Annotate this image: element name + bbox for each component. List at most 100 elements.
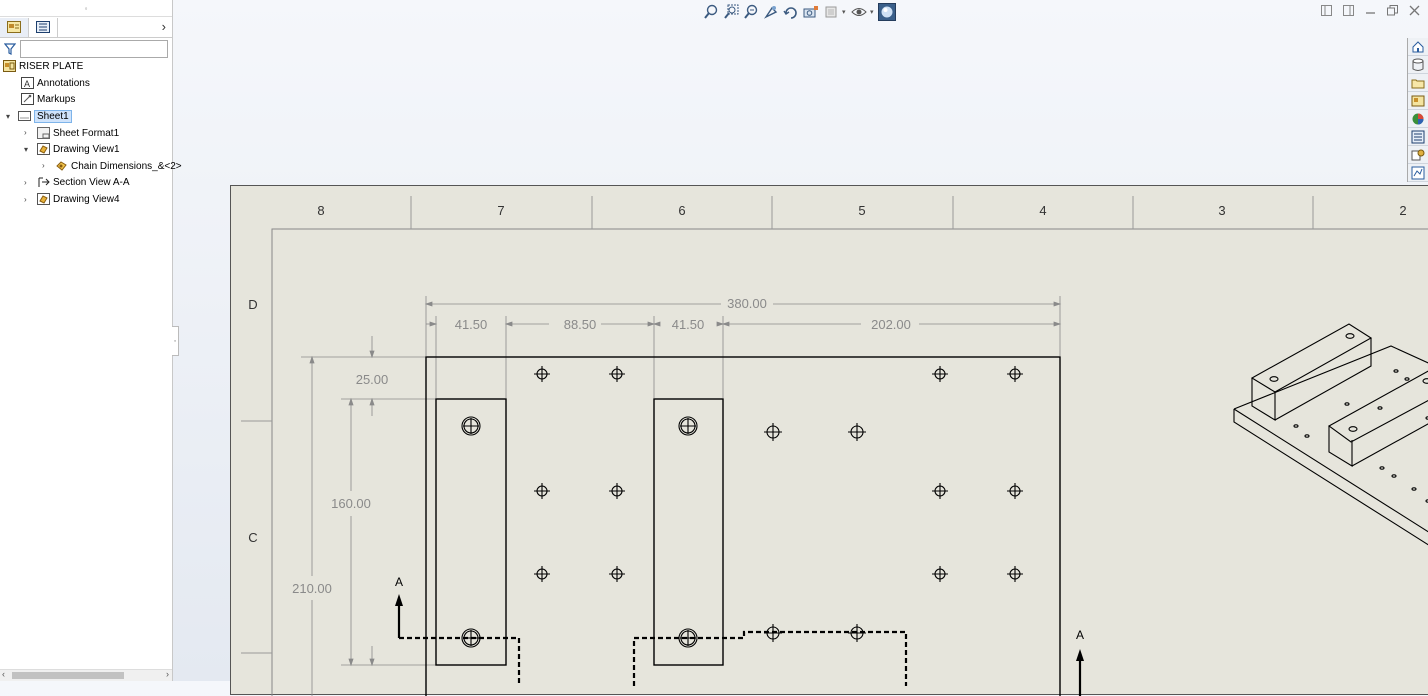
minimize-icon[interactable] (1364, 4, 1376, 16)
tree-item-section-view[interactable]: Section View A-A (37, 174, 130, 190)
window-controls (1320, 4, 1420, 16)
plate-outline[interactable] (425, 356, 1061, 696)
hole (1007, 483, 1023, 499)
zone-label-col: 2 (1399, 203, 1406, 218)
task-pane (1407, 38, 1428, 182)
tree-item-sheet1[interactable]: Sheet1 (18, 108, 72, 124)
dimension-overall-height[interactable]: 210.00 (292, 581, 332, 596)
tree-item-chain-dimensions[interactable]: Chain Dimensions_&<2> (55, 158, 182, 174)
previous-view-button[interactable] (742, 3, 760, 21)
panel-collapse-handle[interactable]: ◦ (172, 326, 179, 356)
holes[interactable] (461, 366, 1023, 648)
isometric-view[interactable] (1233, 323, 1428, 556)
dimension-d4[interactable]: 202.00 (871, 317, 911, 332)
scroll-right-icon[interactable]: › (166, 669, 169, 679)
chevron-down-icon[interactable]: ▾ (870, 8, 876, 16)
hole (609, 566, 625, 582)
feature-manager-panel: ◦ › RISER PLATE A Annotations Markups ▾ … (0, 0, 182, 681)
dimension-top-offset[interactable]: 25.00 (356, 372, 389, 387)
hole (1007, 366, 1023, 382)
dimension-slot-length[interactable]: 160.00 (331, 496, 371, 511)
tree-item-label: Sheet Format1 (53, 127, 120, 139)
appearance-button[interactable] (878, 3, 896, 21)
custom-properties-icon[interactable] (1408, 128, 1428, 146)
tree-item-label: Markups (37, 93, 76, 105)
zone-label-col: 5 (858, 203, 865, 218)
tab-feature-manager[interactable] (0, 17, 29, 37)
view-palette-icon[interactable] (1408, 92, 1428, 110)
tree-item-sheet-format1[interactable]: Sheet Format1 (37, 125, 119, 141)
filter-icon[interactable] (4, 43, 16, 55)
display-style-button[interactable] (822, 3, 840, 21)
rotate-button[interactable] (782, 3, 800, 21)
restore-icon[interactable] (1386, 4, 1398, 16)
tree-item-drawing-view4[interactable]: Drawing View4 (37, 191, 120, 207)
dimension-d1[interactable]: 41.50 (455, 317, 488, 332)
dimension-d2[interactable]: 88.50 (564, 317, 597, 332)
view-settings-button[interactable] (802, 3, 820, 21)
tab-property-manager[interactable] (29, 17, 58, 37)
close-icon[interactable] (1408, 4, 1420, 16)
dimension-overall-width[interactable]: 380.00 (727, 296, 767, 311)
file-explorer-icon[interactable] (1408, 74, 1428, 92)
chevron-down-icon[interactable]: ▾ (6, 112, 10, 121)
drawing-sheet[interactable]: 8 7 6 5 4 3 2 D C 380.00 41.50 88.50 41.… (230, 185, 1428, 696)
tile-left-icon[interactable] (1320, 4, 1332, 16)
dimension-lines (301, 296, 1062, 696)
zoom-fit-icon (704, 4, 718, 19)
drawing-view-icon (37, 143, 50, 155)
scrollbar-thumb[interactable] (12, 672, 124, 679)
settings-icon[interactable] (1408, 146, 1428, 164)
property-manager-icon (36, 21, 50, 33)
section-label-right[interactable]: A (1076, 628, 1084, 642)
chevron-down-icon[interactable]: ▾ (24, 145, 28, 154)
hide-show-items-button[interactable] (850, 3, 868, 21)
section-line[interactable] (399, 630, 908, 686)
tree-root[interactable]: RISER PLATE (3, 58, 83, 74)
drawing-view-icon (37, 193, 50, 205)
panel-tabs: › (0, 17, 172, 38)
design-library-icon[interactable] (1408, 56, 1428, 74)
drawing-canvas[interactable]: 8 7 6 5 4 3 2 D C 380.00 41.50 88.50 41.… (231, 186, 1428, 696)
zone-label-col: 6 (678, 203, 685, 218)
tree-item-drawing-view1[interactable]: Drawing View1 (37, 141, 120, 157)
tree-item-markups[interactable]: Markups (21, 91, 75, 107)
filter-input[interactable] (20, 40, 168, 58)
section-label-left[interactable]: A (395, 575, 403, 589)
panel-grip[interactable]: ◦ (0, 0, 172, 17)
chevron-right-icon[interactable]: › (24, 178, 27, 187)
annotations-icon: A (21, 77, 34, 89)
tree-item-annotations[interactable]: A Annotations (21, 75, 90, 91)
hole (534, 566, 550, 582)
zoom-to-fit-button[interactable] (702, 3, 720, 21)
zone-label-col: 7 (497, 203, 504, 218)
hole (534, 483, 550, 499)
tile-right-icon[interactable] (1342, 4, 1354, 16)
dimension-d3[interactable]: 41.50 (672, 317, 705, 332)
scroll-left-icon[interactable]: ‹ (2, 669, 5, 679)
svg-text:A: A (24, 79, 30, 89)
display-style-icon (825, 6, 837, 18)
tree-item-label: Annotations (37, 77, 90, 89)
chevron-right-icon[interactable]: › (24, 128, 27, 137)
hole (848, 423, 866, 441)
chevron-right-icon[interactable]: › (42, 161, 45, 170)
chevron-down-icon[interactable]: ▾ (842, 8, 848, 16)
zone-label-col: 3 (1218, 203, 1225, 218)
appearances-icon[interactable] (1408, 110, 1428, 128)
horizontal-scrollbar[interactable]: ‹ › (0, 669, 172, 681)
tree-item-label: Sheet1 (34, 109, 72, 123)
chevron-right-icon[interactable]: › (162, 19, 166, 34)
hole (932, 483, 948, 499)
home-icon[interactable] (1408, 38, 1428, 56)
solidworks-forum-icon[interactable] (1408, 164, 1428, 182)
zoom-area-button[interactable] (722, 3, 740, 21)
chevron-right-icon[interactable]: › (24, 195, 27, 204)
sphere-icon (881, 6, 893, 18)
zone-label-row: D (248, 297, 257, 312)
pan-button[interactable] (762, 3, 780, 21)
feature-manager-icon (7, 21, 21, 33)
hole (932, 566, 948, 582)
zone-label-col: 4 (1039, 203, 1046, 218)
tree-root-label: RISER PLATE (19, 60, 84, 72)
